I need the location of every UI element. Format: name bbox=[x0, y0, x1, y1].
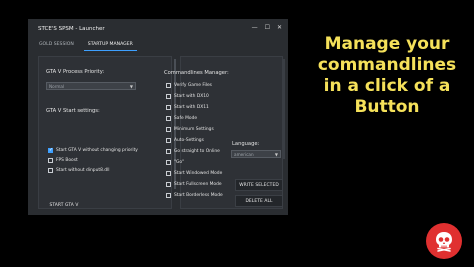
checkbox-icon[interactable] bbox=[166, 138, 171, 143]
checkbox-icon[interactable] bbox=[166, 171, 171, 176]
command-safe-mode[interactable]: Safe Mode bbox=[166, 116, 197, 121]
option-label: Start without dinput8.dll bbox=[56, 168, 110, 173]
tab-startup-manager[interactable]: STARTUP MANAGER bbox=[83, 42, 137, 51]
start-gta-button[interactable]: START GTA V bbox=[46, 203, 82, 208]
promo-line: Manage your bbox=[324, 34, 450, 54]
divider bbox=[174, 59, 176, 189]
skull-badge bbox=[426, 223, 462, 259]
command-straight-online[interactable]: Go straight to Online bbox=[166, 149, 220, 154]
command-dx10[interactable]: Start with DX10 bbox=[166, 94, 209, 99]
checkbox-icon[interactable] bbox=[166, 94, 171, 99]
promo-line: in a click of a bbox=[323, 76, 451, 96]
priority-select[interactable]: Normal ▼ bbox=[46, 82, 136, 90]
manager-label: Commandlines Manager: bbox=[164, 70, 229, 76]
command-auto-settings[interactable]: Auto-Settings bbox=[166, 138, 204, 143]
write-selected-button[interactable]: WRITE SELECTED bbox=[235, 179, 283, 191]
language-select[interactable]: american ▼ bbox=[231, 150, 281, 158]
tab-bar: GOLD SESSION STARTUP MANAGER bbox=[39, 42, 137, 51]
scrollbar[interactable] bbox=[283, 59, 285, 159]
chevron-down-icon: ▼ bbox=[129, 84, 133, 89]
checkbox-checked-icon[interactable] bbox=[48, 147, 53, 153]
command-label: Go straight to Online bbox=[174, 149, 220, 154]
command-label: Start with DX11 bbox=[174, 105, 209, 110]
checkbox-icon[interactable] bbox=[166, 105, 171, 110]
skull-icon bbox=[436, 232, 452, 252]
checkbox-icon[interactable] bbox=[166, 160, 171, 165]
command-dx11[interactable]: Start with DX11 bbox=[166, 105, 209, 110]
priority-value: Normal bbox=[49, 84, 65, 89]
maximize-icon[interactable]: ☐ bbox=[265, 24, 270, 31]
option-without-dinput8[interactable]: Start without dinput8.dll bbox=[48, 168, 110, 173]
command-go[interactable]: "Go" bbox=[166, 160, 184, 165]
checkbox-icon[interactable] bbox=[48, 158, 53, 163]
command-fullscreen[interactable]: Start Fullscreen Mode bbox=[166, 182, 222, 187]
command-label: Start Borderless Mode bbox=[174, 193, 223, 198]
language-value: american bbox=[234, 152, 254, 157]
option-fps-boost[interactable]: FPS Boost bbox=[48, 158, 78, 163]
command-label: Verify Game Files bbox=[174, 83, 212, 88]
command-label: Start Fullscreen Mode bbox=[174, 182, 222, 187]
launcher-window: STCE'S SPSM - Launcher — ☐ ✕ GOLD SESSIO… bbox=[28, 19, 288, 215]
command-label: "Go" bbox=[174, 160, 185, 165]
command-label: Safe Mode bbox=[174, 116, 198, 121]
tab-gold-session[interactable]: GOLD SESSION bbox=[39, 42, 74, 51]
option-label: FPS Boost bbox=[56, 158, 78, 163]
promo-line: commandlines bbox=[317, 55, 457, 75]
command-verify-files[interactable]: Verify Game Files bbox=[166, 83, 212, 88]
left-panel bbox=[38, 56, 172, 209]
command-windowed[interactable]: Start Windowed Mode bbox=[166, 171, 222, 176]
promo-caption: Manage your commandlines in a click of a… bbox=[300, 34, 474, 118]
checkbox-icon[interactable] bbox=[166, 149, 171, 154]
checkbox-icon[interactable] bbox=[48, 168, 53, 173]
option-start-without-priority[interactable]: Start GTA V without changing priority bbox=[48, 147, 138, 153]
command-label: Start with DX10 bbox=[174, 94, 209, 99]
minimize-icon[interactable]: — bbox=[252, 24, 258, 31]
priority-label: GTA V Process Priority: bbox=[46, 69, 105, 75]
command-label: Minimum Settings bbox=[174, 127, 214, 132]
window-controls: — ☐ ✕ bbox=[252, 24, 282, 31]
checkbox-icon[interactable] bbox=[166, 127, 171, 132]
screenshot-stage: STCE'S SPSM - Launcher — ☐ ✕ GOLD SESSIO… bbox=[0, 0, 474, 267]
checkbox-icon[interactable] bbox=[166, 193, 171, 198]
language-label: Language: bbox=[232, 141, 260, 147]
option-label: Start GTA V without changing priority bbox=[56, 148, 138, 153]
command-label: Start Windowed Mode bbox=[174, 171, 223, 176]
delete-all-button[interactable]: DELETE ALL bbox=[235, 195, 283, 207]
command-borderless[interactable]: Start Borderless Mode bbox=[166, 193, 223, 198]
start-settings-label: GTA V Start settings: bbox=[46, 108, 100, 114]
checkbox-icon[interactable] bbox=[166, 83, 171, 88]
window-title: STCE'S SPSM - Launcher bbox=[38, 26, 105, 32]
command-minimum-settings[interactable]: Minimum Settings bbox=[166, 127, 214, 132]
close-icon[interactable]: ✕ bbox=[277, 24, 282, 31]
chevron-down-icon: ▼ bbox=[274, 152, 278, 157]
promo-line: Button bbox=[354, 97, 420, 117]
checkbox-icon[interactable] bbox=[166, 182, 171, 187]
command-label: Auto-Settings bbox=[174, 138, 204, 143]
checkbox-icon[interactable] bbox=[166, 116, 171, 121]
